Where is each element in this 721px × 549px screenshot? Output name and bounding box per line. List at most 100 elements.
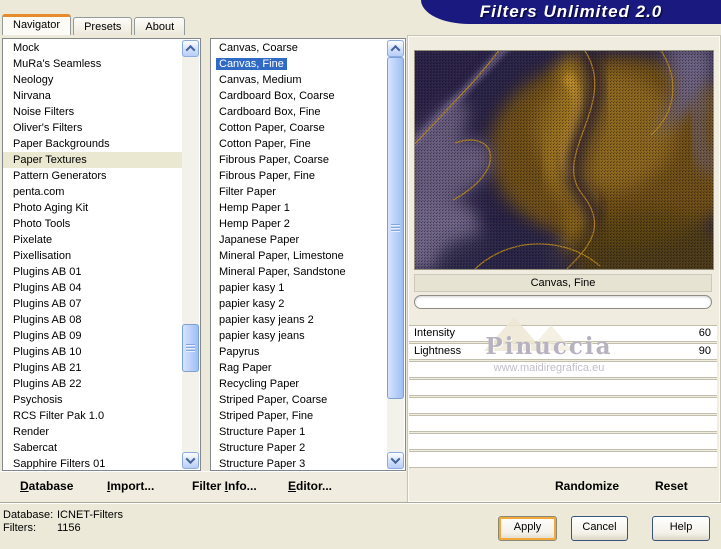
list-item[interactable]: Mineral Paper, Limestone: [211, 248, 387, 264]
list-item-label: Noise Filters: [13, 106, 75, 118]
list-item[interactable]: Structure Paper 2: [211, 440, 387, 456]
list-item[interactable]: Fibrous Paper, Coarse: [211, 152, 387, 168]
list-item[interactable]: Striped Paper, Fine: [211, 408, 387, 424]
reset-button[interactable]: Reset: [655, 479, 688, 493]
scroll-down-button[interactable]: [387, 452, 404, 469]
tab-presets[interactable]: Presets: [73, 17, 133, 35]
list-item[interactable]: Mineral Paper, Sandstone: [211, 264, 387, 280]
label-rest: atabase: [28, 479, 74, 493]
list-item[interactable]: Plugins AB 09: [3, 328, 182, 344]
label-rest: nfo...: [228, 479, 257, 493]
database-button[interactable]: Database: [20, 479, 73, 493]
list-item[interactable]: Plugins AB 22: [3, 376, 182, 392]
filter-list-scrollbar[interactable]: [387, 40, 404, 469]
list-item-label: Cardboard Box, Fine: [219, 106, 321, 118]
list-item-label: Paper Textures: [13, 154, 87, 166]
list-item[interactable]: Render: [3, 424, 182, 440]
filter-info-button[interactable]: Filter Info...: [192, 479, 257, 493]
list-item[interactable]: Hemp Paper 1: [211, 200, 387, 216]
list-item[interactable]: Pixelate: [3, 232, 182, 248]
list-item-label: Structure Paper 1: [219, 426, 306, 438]
list-item[interactable]: Pattern Generators: [3, 168, 182, 184]
list-item[interactable]: Papyrus: [211, 344, 387, 360]
list-item[interactable]: Plugins AB 21: [3, 360, 182, 376]
list-item-label: Structure Paper 3: [219, 458, 306, 469]
tab-navigator[interactable]: Navigator: [2, 14, 72, 35]
list-item[interactable]: Japanese Paper: [211, 232, 387, 248]
list-item[interactable]: Plugins AB 04: [3, 280, 182, 296]
list-item[interactable]: Canvas, Coarse: [211, 40, 387, 56]
list-item[interactable]: Hemp Paper 2: [211, 216, 387, 232]
list-item[interactable]: Plugins AB 08: [3, 312, 182, 328]
scroll-down-button[interactable]: [182, 452, 199, 469]
list-item[interactable]: Noise Filters: [3, 104, 182, 120]
list-item[interactable]: Paper Textures: [3, 152, 182, 168]
list-item[interactable]: Photo Tools: [3, 216, 182, 232]
list-item[interactable]: Canvas, Medium: [211, 72, 387, 88]
preview-image[interactable]: [414, 50, 714, 270]
list-item[interactable]: Cardboard Box, Fine: [211, 104, 387, 120]
list-item[interactable]: Photo Aging Kit: [3, 200, 182, 216]
list-item[interactable]: Nirvana: [3, 88, 182, 104]
list-item[interactable]: Sabercat: [3, 440, 182, 456]
filters-unlimited-dialog: Filters Unlimited 2.0 Navigator Presets …: [0, 0, 721, 549]
slider-value: 60: [698, 327, 711, 339]
preview-panel: Canvas, Fine Intensity 60 Lightness 90 P…: [408, 36, 720, 502]
scroll-up-button[interactable]: [387, 40, 404, 57]
tab-strip: Navigator Presets About: [2, 13, 187, 35]
list-item-label: Cotton Paper, Fine: [219, 138, 311, 150]
filter-list-rows: Canvas, Coarse Canvas, Fine Canvas, Medium…: [211, 40, 387, 469]
list-item[interactable]: Structure Paper 3: [211, 456, 387, 469]
list-item[interactable]: Cardboard Box, Coarse: [211, 88, 387, 104]
list-item[interactable]: papier kasy 2: [211, 296, 387, 312]
list-item-label: Sapphire Filters 01: [13, 458, 106, 469]
category-list-scrollbar[interactable]: [182, 40, 199, 469]
list-item[interactable]: Sapphire Filters 01: [3, 456, 182, 469]
list-item-label: MuRa's Seamless: [13, 58, 102, 70]
list-item[interactable]: Fibrous Paper, Fine: [211, 168, 387, 184]
slider-row-empty: [409, 379, 717, 396]
editor-button[interactable]: Editor...: [288, 479, 332, 493]
randomize-button[interactable]: Randomize: [555, 479, 619, 493]
list-item[interactable]: Cotton Paper, Coarse: [211, 120, 387, 136]
list-item[interactable]: Filter Paper: [211, 184, 387, 200]
list-item-label: Canvas, Fine: [216, 58, 287, 70]
list-item[interactable]: Plugins AB 10: [3, 344, 182, 360]
list-item-label: Plugins AB 09: [13, 330, 82, 342]
list-item[interactable]: Canvas, Fine: [211, 56, 387, 72]
cancel-button[interactable]: Cancel: [571, 516, 628, 541]
list-item[interactable]: Plugins AB 07: [3, 296, 182, 312]
list-item[interactable]: Neology: [3, 72, 182, 88]
list-item[interactable]: papier kasy jeans 2: [211, 312, 387, 328]
list-item[interactable]: Rag Paper: [211, 360, 387, 376]
list-item[interactable]: Cotton Paper, Fine: [211, 136, 387, 152]
list-item-label: papier kasy 1: [219, 282, 285, 294]
list-item-label: Psychosis: [13, 394, 63, 406]
list-item[interactable]: Recycling Paper: [211, 376, 387, 392]
list-item-label: Plugins AB 21: [13, 362, 82, 374]
list-item-label: RCS Filter Pak 1.0: [13, 410, 105, 422]
bottom-toolbar: Database Import... Filter Info... Editor…: [0, 471, 406, 501]
list-item[interactable]: Paper Backgrounds: [3, 136, 182, 152]
list-item[interactable]: papier kasy jeans: [211, 328, 387, 344]
list-item[interactable]: Psychosis: [3, 392, 182, 408]
help-button[interactable]: Help: [652, 516, 710, 541]
list-item[interactable]: Mock: [3, 40, 182, 56]
label-accel: D: [20, 479, 29, 493]
scroll-up-button[interactable]: [182, 40, 199, 57]
list-item[interactable]: Plugins AB 01: [3, 264, 182, 280]
list-item[interactable]: Structure Paper 1: [211, 424, 387, 440]
list-item[interactable]: RCS Filter Pak 1.0: [3, 408, 182, 424]
scrollbar-thumb[interactable]: [182, 324, 199, 372]
import-button[interactable]: Import...: [107, 479, 154, 493]
list-item[interactable]: MuRa's Seamless: [3, 56, 182, 72]
list-item[interactable]: papier kasy 1: [211, 280, 387, 296]
apply-button[interactable]: Apply: [498, 516, 557, 541]
scrollbar-thumb[interactable]: [387, 57, 404, 399]
list-item-label: Plugins AB 22: [13, 378, 82, 390]
list-item[interactable]: penta.com: [3, 184, 182, 200]
list-item[interactable]: Pixellisation: [3, 248, 182, 264]
list-item[interactable]: Striped Paper, Coarse: [211, 392, 387, 408]
list-item[interactable]: Oliver's Filters: [3, 120, 182, 136]
tab-about[interactable]: About: [134, 17, 186, 35]
